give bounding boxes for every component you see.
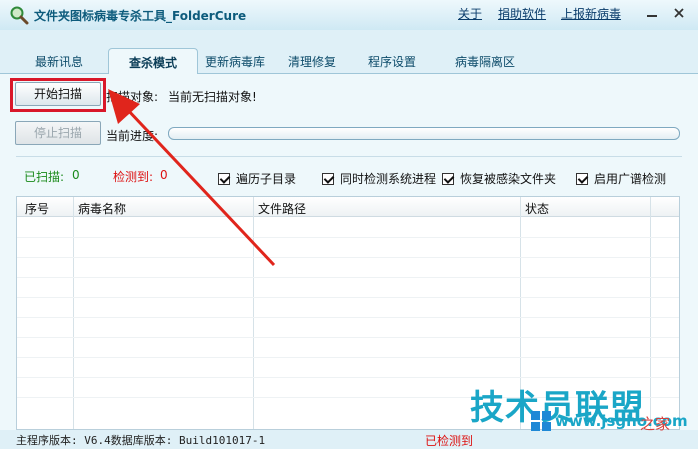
row-line [17,237,679,238]
option-subdirs-label: 遍历子目录 [236,172,297,186]
option-processes[interactable]: 同时检测系统进程 [322,170,436,187]
column-divider [650,197,651,429]
col-virus-name[interactable]: 病毒名称 [78,200,126,217]
detected-count: 0 [160,168,168,182]
col-status[interactable]: 状态 [525,200,549,217]
row-line [17,257,679,258]
window-title: 文件夹图标病毒专杀工具_FolderCure [34,9,247,23]
about-link[interactable]: 关于 [458,5,482,22]
col-file-path[interactable]: 文件路径 [258,200,306,217]
option-restore[interactable]: 恢复被感染文件夹 [442,170,556,187]
row-line [17,317,679,318]
option-restore-label: 恢复被感染文件夹 [460,172,557,186]
table-header: 序号 病毒名称 文件路径 状态 [17,197,679,217]
tab-settings[interactable]: 程序设置 [368,53,416,70]
tab-clean-repair[interactable]: 清理修复 [288,53,336,70]
status-message: 已检测到 [425,434,474,448]
option-subdirs[interactable]: 遍历子目录 [218,170,296,187]
option-broad-spectrum-label: 启用广谱检测 [594,172,667,186]
magnifier-icon [10,6,29,25]
tab-quarantine[interactable]: 病毒隔离区 [455,53,515,70]
status-bar: 主程序版本: V6.4数据库版本: Build101017-1 已检测到 [0,430,698,449]
tab-update-db[interactable]: 更新病毒库 [205,53,265,70]
column-divider [253,197,254,429]
divider [16,156,682,157]
checkbox-subdirs[interactable] [218,172,230,185]
highlight-box [10,78,106,112]
row-line [17,337,679,338]
row-line [17,277,679,278]
tab-scan-mode[interactable]: 查杀模式 [108,48,198,74]
tab-bar: 最新讯息 查杀模式 更新病毒库 清理修复 程序设置 病毒隔离区 [0,48,698,74]
tab-news[interactable]: 最新讯息 [35,53,83,70]
title-bar: 文件夹图标病毒专杀工具_FolderCure 关于 捐助软件 上报新病毒 [0,0,698,30]
option-broad-spectrum[interactable]: 启用广谱检测 [576,170,666,187]
progress-label: 当前进度: [106,129,159,143]
checkbox-restore[interactable] [442,172,454,185]
column-divider [73,197,74,429]
row-line [17,297,679,298]
windows-logo-icon [531,411,551,431]
progress-bar [168,127,680,140]
stop-scan-button[interactable]: 停止扫描 [15,121,101,145]
scan-target-value: 当前无扫描对象! [168,90,257,104]
minimize-icon [647,15,657,17]
checkbox-processes[interactable] [322,172,334,185]
detected-label: 检测到: [113,170,154,184]
option-processes-label: 同时检测系统进程 [340,172,437,186]
watermark-subtitle: 之家 [640,415,671,433]
close-button[interactable] [668,3,690,23]
report-virus-link[interactable]: 上报新病毒 [561,5,621,22]
version-info: 主程序版本: V6.4数据库版本: Build101017-1 [16,434,266,447]
minimize-button[interactable] [641,3,663,23]
close-icon [674,8,684,18]
scanned-count: 0 [72,168,80,182]
donate-link[interactable]: 捐助软件 [498,5,546,22]
col-index[interactable]: 序号 [25,200,49,217]
checkbox-broad-spectrum[interactable] [576,172,588,185]
scan-target-label: 扫描对象: [106,90,159,104]
row-line [17,357,679,358]
row-line [17,377,679,378]
scanned-label: 已扫描: [24,170,65,184]
